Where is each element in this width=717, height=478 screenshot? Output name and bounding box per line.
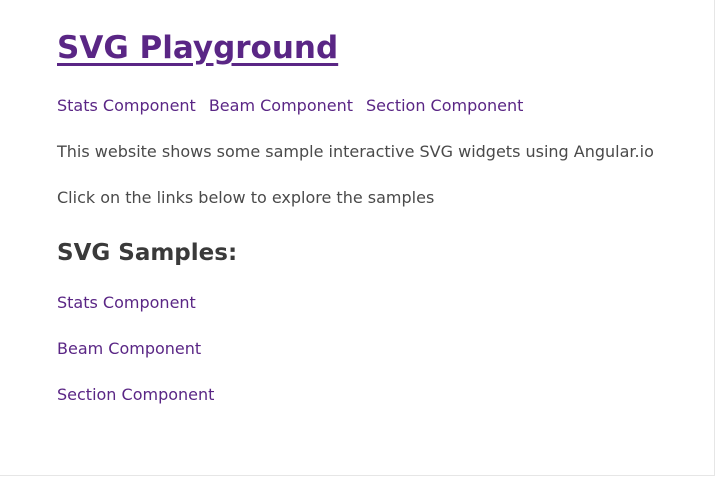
nav-link-section-component[interactable]: Section Component bbox=[366, 95, 523, 117]
list-item: Beam Component bbox=[57, 338, 214, 384]
nav-link-beam-component[interactable]: Beam Component bbox=[209, 95, 353, 117]
top-nav: Stats Component Beam Component Section C… bbox=[57, 95, 523, 117]
instruction-text: Click on the links below to explore the … bbox=[57, 188, 435, 207]
samples-heading: SVG Samples: bbox=[57, 240, 238, 266]
nav-link-stats-component[interactable]: Stats Component bbox=[57, 95, 196, 117]
intro-text: This website shows some sample interacti… bbox=[57, 142, 654, 161]
list-item: Section Component bbox=[57, 384, 214, 430]
sample-link-section-component[interactable]: Section Component bbox=[57, 385, 214, 404]
samples-list: Stats Component Beam Component Section C… bbox=[57, 292, 214, 430]
list-item: Stats Component bbox=[57, 292, 214, 338]
sample-link-stats-component[interactable]: Stats Component bbox=[57, 293, 196, 312]
page: SVG Playground Stats Component Beam Comp… bbox=[0, 0, 715, 476]
sample-link-beam-component[interactable]: Beam Component bbox=[57, 339, 201, 358]
site-title-link[interactable]: SVG Playground bbox=[57, 26, 338, 70]
